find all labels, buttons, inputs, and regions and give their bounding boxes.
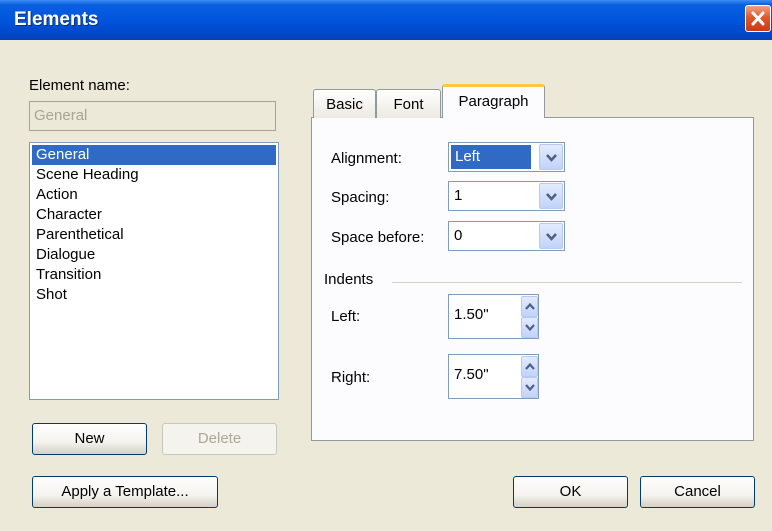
- tab-font[interactable]: Font: [376, 89, 441, 118]
- chevron-down-icon: [546, 154, 557, 162]
- left-indent-down-button[interactable]: [521, 317, 538, 338]
- chevron-up-icon: [525, 363, 535, 370]
- element-name-field: General: [29, 101, 276, 131]
- tab-paragraph[interactable]: Paragraph: [442, 84, 545, 118]
- list-item-shot[interactable]: Shot: [32, 285, 276, 305]
- spacing-select[interactable]: 1: [448, 181, 565, 211]
- spacing-value: 1: [454, 187, 463, 204]
- alignment-label: Alignment:: [331, 150, 402, 167]
- space-before-label: Space before:: [331, 229, 425, 246]
- new-button[interactable]: New: [32, 423, 147, 455]
- title-bar[interactable]: Elements: [0, 0, 772, 40]
- right-indent-spinner[interactable]: 7.50": [448, 354, 539, 399]
- space-before-select[interactable]: 0: [448, 221, 565, 251]
- space-before-dropdown-button[interactable]: [539, 223, 563, 249]
- window-title: Elements: [14, 9, 99, 30]
- right-indent-down-button[interactable]: [521, 377, 538, 398]
- list-item-parenthetical[interactable]: Parenthetical: [32, 225, 276, 245]
- chevron-down-icon: [546, 193, 557, 201]
- chevron-down-icon: [525, 384, 535, 391]
- elements-dialog: Elements Element name: General General S…: [0, 0, 772, 531]
- delete-button[interactable]: Delete: [162, 423, 277, 455]
- right-indent-up-button[interactable]: [521, 356, 538, 377]
- element-name-label: Element name:: [29, 77, 130, 94]
- paragraph-tab-panel: Alignment: Left Spacing: 1 Space before:…: [311, 117, 754, 441]
- cancel-button[interactable]: Cancel: [640, 476, 755, 508]
- left-indent-label: Left:: [331, 308, 361, 325]
- chevron-down-icon: [525, 324, 535, 331]
- tab-basic[interactable]: Basic: [313, 89, 376, 118]
- alignment-select[interactable]: Left: [448, 142, 565, 172]
- ok-button[interactable]: OK: [513, 476, 628, 508]
- right-indent-label: Right:: [331, 369, 371, 386]
- list-item-scene-heading[interactable]: Scene Heading: [32, 165, 276, 185]
- alignment-dropdown-button[interactable]: [539, 144, 563, 170]
- indents-group-label: Indents: [324, 271, 374, 288]
- list-item-action[interactable]: Action: [32, 185, 276, 205]
- left-indent-value: 1.50": [454, 306, 489, 323]
- list-item-dialogue[interactable]: Dialogue: [32, 245, 276, 265]
- close-button[interactable]: [745, 5, 771, 32]
- left-indent-up-button[interactable]: [521, 296, 538, 317]
- chevron-up-icon: [525, 303, 535, 310]
- list-item-general[interactable]: General: [32, 145, 276, 165]
- close-icon: [751, 11, 765, 26]
- spacing-dropdown-button[interactable]: [539, 183, 563, 209]
- spacing-label: Spacing:: [331, 189, 390, 206]
- list-item-transition[interactable]: Transition: [32, 265, 276, 285]
- right-indent-value: 7.50": [454, 366, 489, 383]
- chevron-down-icon: [546, 233, 557, 241]
- alignment-value: Left: [451, 145, 531, 169]
- apply-template-button[interactable]: Apply a Template...: [32, 476, 218, 508]
- list-item-character[interactable]: Character: [32, 205, 276, 225]
- indents-divider: [392, 282, 742, 284]
- elements-list[interactable]: General Scene Heading Action Character P…: [29, 142, 279, 400]
- space-before-value: 0: [454, 227, 463, 244]
- left-indent-spinner[interactable]: 1.50": [448, 294, 539, 339]
